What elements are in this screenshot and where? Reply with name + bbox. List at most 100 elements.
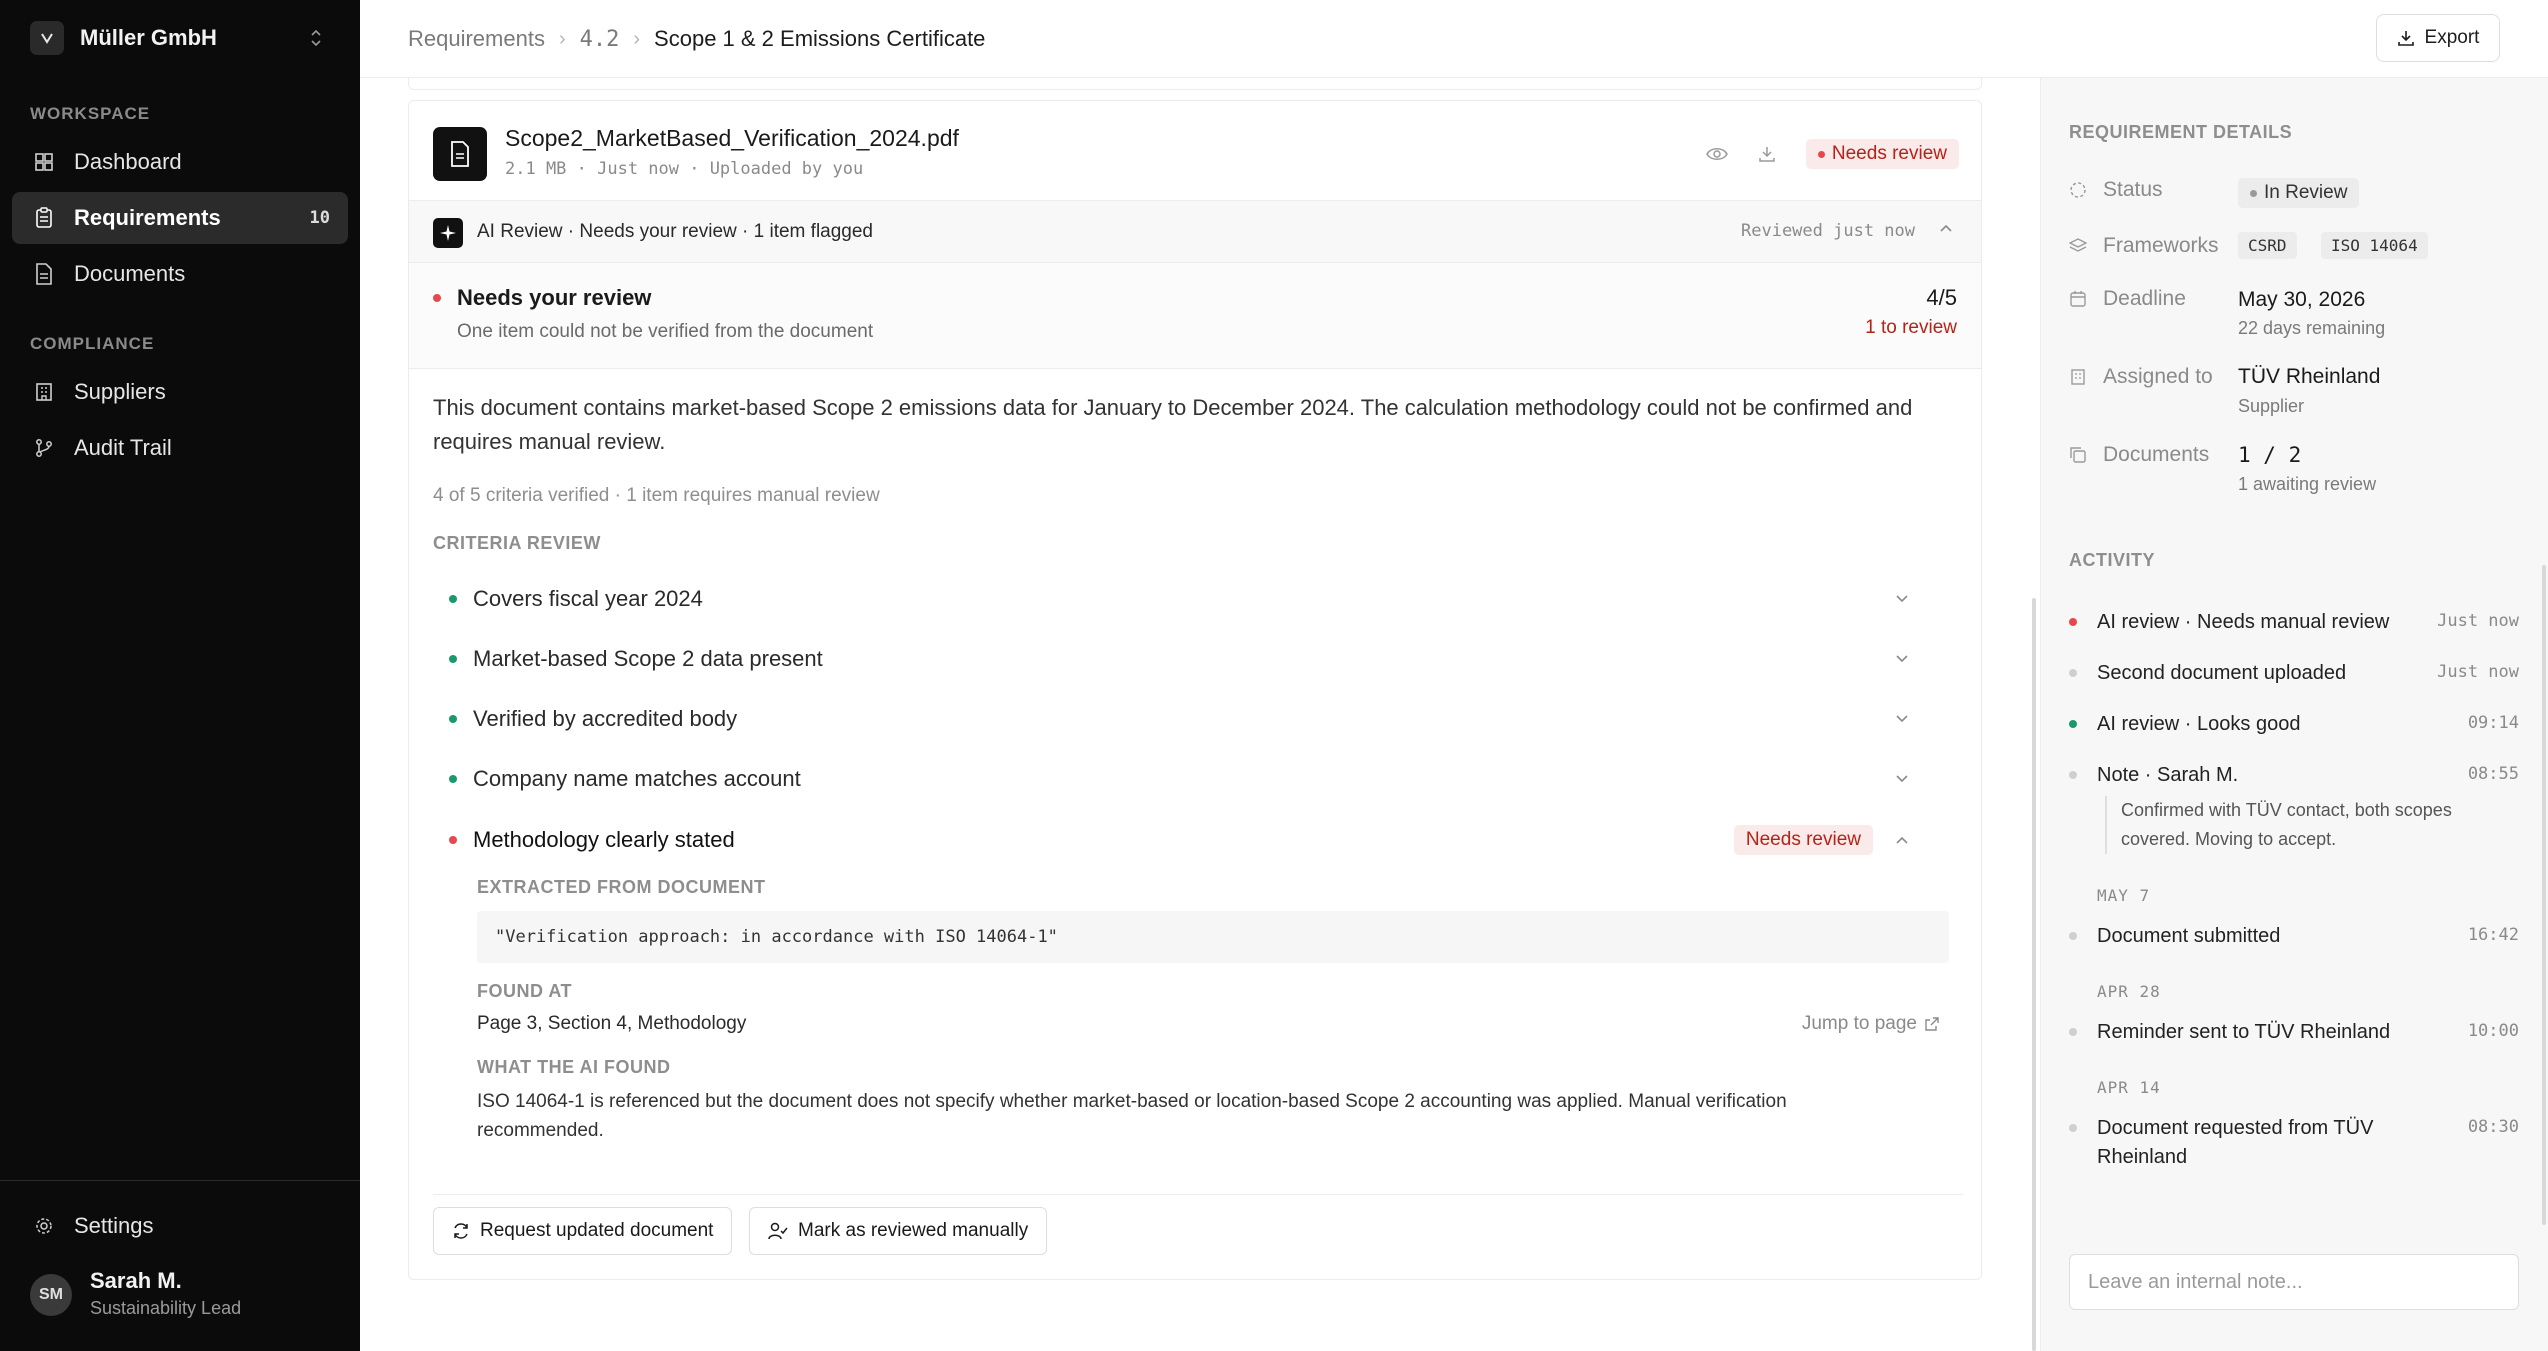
file-name[interactable]: Scope2_MarketBased_Verification_2024.pdf	[505, 125, 959, 152]
criteria-label: Market-based Scope 2 data present	[473, 646, 823, 671]
criteria-item[interactable]: Company name matches account	[449, 759, 1949, 799]
sidebar-item-dashboard[interactable]: Dashboard	[12, 136, 348, 188]
export-button[interactable]: Export	[2376, 14, 2500, 62]
assigned-label-text: Assigned to	[2103, 365, 2213, 388]
ai-review-summary: AI Review · Needs your review · 1 item f…	[477, 221, 873, 242]
breadcrumb-requirements[interactable]: Requirements	[408, 26, 545, 52]
found-at-heading: FOUND AT	[477, 981, 572, 1001]
user-name: Sarah M.	[90, 1268, 182, 1293]
sidebar-item-requirements[interactable]: Requirements 10	[12, 192, 348, 244]
download-icon[interactable]	[1758, 145, 1776, 163]
extracted-quote: "Verification approach: in accordance wi…	[477, 911, 1949, 963]
activity-time: 10:00	[2467, 1021, 2519, 1041]
status-badge: In Review	[2238, 178, 2360, 208]
sidebar-item-suppliers[interactable]: Suppliers	[12, 366, 348, 418]
details-heading: REQUIREMENT DETAILS	[2069, 122, 2293, 142]
assigned-label: Assigned to	[2069, 365, 2213, 389]
status-dot	[2069, 618, 2077, 626]
avatar[interactable]: SM	[30, 1274, 72, 1316]
criteria-item[interactable]: Market-based Scope 2 data present	[449, 639, 1949, 679]
main-scrollbar[interactable]	[2032, 598, 2036, 1351]
assigned-value[interactable]: TÜV Rheinland	[2238, 365, 2380, 389]
ai-review-header[interactable]: AI Review · Needs your review · 1 item f…	[409, 201, 1981, 263]
needs-review-summary: Needs your review One item could not be …	[409, 263, 1981, 369]
status-dot	[449, 836, 457, 844]
file-actions: Needs review	[1706, 139, 1959, 169]
org-logo-icon	[30, 21, 64, 55]
eye-icon[interactable]	[1706, 146, 1728, 162]
activity-text: AI review · Needs manual review	[2097, 611, 2390, 633]
ai-summary-text: This document contains market-based Scop…	[433, 395, 1913, 454]
loader-icon	[2069, 181, 2089, 199]
chevron-down-icon	[1895, 774, 1909, 784]
needs-review-title: Needs your review	[457, 285, 652, 310]
sparkle-icon	[433, 218, 463, 248]
extracted-heading: EXTRACTED FROM DOCUMENT	[477, 877, 766, 897]
status-value: In Review	[2264, 182, 2348, 203]
sidebar-item-label: Settings	[74, 1213, 154, 1238]
sidebar: Müller GmbH WORKSPACE Dashboard Requirem…	[0, 0, 360, 1351]
sidebar-item-documents[interactable]: Documents	[12, 248, 348, 300]
chevron-down-icon	[1895, 714, 1909, 724]
criteria-stat: 4 of 5 criteria verified · 1 item requir…	[433, 485, 880, 506]
sidebar-item-settings[interactable]: Settings	[12, 1200, 348, 1252]
status-label-text: Status	[2103, 178, 2163, 201]
file-row: Scope2_MarketBased_Verification_2024.pdf…	[409, 101, 1981, 201]
chevron-updown-icon	[309, 28, 323, 53]
activity-time: 09:14	[2467, 713, 2519, 733]
document-review-card: Scope2_MarketBased_Verification_2024.pdf…	[408, 100, 1982, 1280]
clipboard-icon	[32, 206, 56, 230]
mark-reviewed-manually-button[interactable]: Mark as reviewed manually	[749, 1207, 1048, 1255]
file-meta: 2.1 MB · Just now · Uploaded by you	[505, 159, 864, 179]
breadcrumb-current: Scope 1 & 2 Emissions Certificate	[654, 26, 986, 51]
status-dot	[2250, 189, 2257, 197]
activity-text: Document submitted	[2097, 925, 2281, 947]
status-dot	[1817, 150, 1825, 158]
framework-tag: CSRD	[2238, 232, 2297, 259]
refresh-icon	[452, 1222, 470, 1240]
mark-reviewed-label: Mark as reviewed manually	[798, 1220, 1029, 1241]
nav-section-workspace: WORKSPACE	[30, 104, 151, 123]
criteria-item-expanded[interactable]: Methodology clearly stated Needs review	[449, 820, 1949, 860]
criteria-item[interactable]: Verified by accredited body	[449, 699, 1949, 739]
file-status-label: Needs review	[1831, 143, 1947, 164]
requirements-count-badge: 10	[309, 208, 330, 228]
criteria-label: Methodology clearly stated	[473, 827, 735, 852]
chevron-up-icon[interactable]	[1939, 223, 1953, 233]
status-dot	[449, 655, 457, 663]
breadcrumb-section[interactable]: 4.2	[580, 27, 620, 52]
request-updated-document-button[interactable]: Request updated document	[433, 1207, 733, 1255]
chevron-right-icon: ›	[633, 27, 641, 50]
documents-awaiting: 1 awaiting review	[2238, 474, 2377, 494]
status-dot	[2069, 669, 2077, 677]
activity-time: 08:30	[2467, 1117, 2519, 1137]
criteria-item[interactable]: Covers fiscal year 2024	[449, 579, 1949, 619]
date-divider: APR 28	[2097, 982, 2161, 1001]
chevron-up-icon	[1895, 835, 1909, 845]
sidebar-item-label: Audit Trail	[74, 435, 172, 460]
activity-note: Confirmed with TÜV contact, both scopes …	[2105, 796, 2519, 854]
jump-to-page-link[interactable]: Jump to page	[1802, 1013, 1939, 1035]
building-icon	[32, 380, 56, 404]
panel-scrollbar[interactable]	[2542, 565, 2546, 1225]
download-icon	[2397, 29, 2415, 47]
activity-text: Second document uploaded	[2097, 662, 2347, 684]
external-link-icon	[1925, 1017, 1939, 1031]
criteria-label: Covers fiscal year 2024	[473, 586, 703, 611]
sidebar-item-audit-trail[interactable]: Audit Trail	[12, 422, 348, 474]
org-switcher[interactable]: Müller GmbH	[30, 21, 335, 55]
jump-to-page-label: Jump to page	[1801, 1013, 1917, 1034]
sidebar-item-label: Suppliers	[74, 379, 166, 404]
chevron-down-icon	[1895, 654, 1909, 664]
internal-note-input[interactable]	[2069, 1254, 2519, 1310]
documents-label-text: Documents	[2103, 443, 2210, 466]
framework-tag: ISO 14064	[2321, 232, 2428, 259]
copy-icon	[2069, 446, 2089, 464]
criteria-score: 4/5	[1926, 285, 1957, 310]
frameworks-label-text: Frameworks	[2103, 234, 2219, 257]
criteria-label: Company name matches account	[473, 766, 801, 791]
deadline-label-text: Deadline	[2103, 287, 2186, 310]
building-icon	[2069, 368, 2089, 386]
sidebar-item-label: Dashboard	[74, 149, 182, 174]
what-ai-found-text: ISO 14064-1 is referenced but the docume…	[477, 1091, 1787, 1141]
